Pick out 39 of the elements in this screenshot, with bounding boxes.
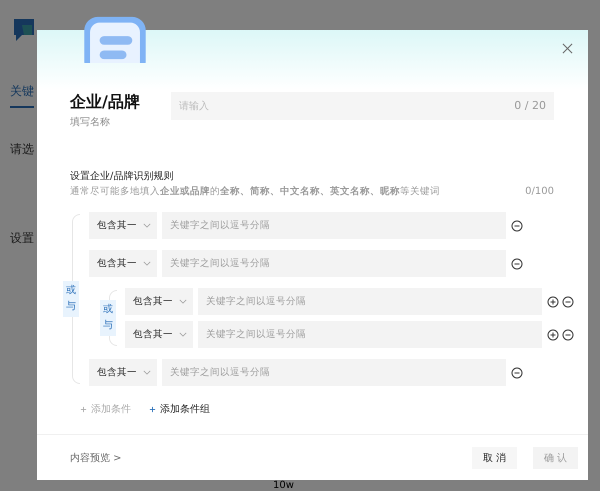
operator-select[interactable]: 包含其一	[125, 321, 193, 348]
remove-icon[interactable]	[562, 296, 574, 308]
chevron-icon	[179, 332, 187, 337]
operator-select[interactable]: 包含其一	[89, 250, 157, 277]
logic-toggle[interactable]: 或与	[63, 281, 79, 317]
operator-select[interactable]: 包含其一	[125, 288, 193, 315]
keyword-field[interactable]: 关键字之间以逗号分隔	[162, 212, 506, 239]
remove-icon[interactable]	[511, 220, 523, 232]
rules-hint: 通常尽可能多地填入企业或品牌的全称、简称、中文名称、英文名称、昵称等关键词	[70, 185, 440, 198]
cancel-button[interactable]: 取 消	[472, 446, 517, 468]
chevron-icon	[143, 370, 151, 375]
form-label: 请选	[10, 141, 34, 158]
rules-title: 设置企业/品牌识别规则	[70, 170, 174, 183]
operator-select[interactable]: 包含其一	[89, 359, 157, 386]
chevron-icon	[179, 299, 187, 304]
plus-icon	[80, 406, 87, 412]
keyword-field[interactable]: 关键字之间以逗号分隔	[162, 359, 506, 386]
plus-icon	[149, 406, 156, 412]
logo-icon	[12, 17, 36, 43]
remove-icon[interactable]	[562, 328, 574, 340]
keyword-field[interactable]: 关键字之间以逗号分隔	[198, 288, 542, 315]
section-subtitle: 填写名称	[70, 116, 111, 129]
chevron-icon	[143, 261, 151, 266]
preview-link[interactable]: 内容预览 >	[70, 450, 122, 464]
operator-select[interactable]: 包含其一	[89, 212, 157, 239]
keyword-field[interactable]: 关键字之间以逗号分隔	[162, 250, 506, 277]
remove-icon[interactable]	[511, 258, 523, 270]
keyword-field[interactable]: 关键字之间以逗号分隔	[198, 321, 542, 348]
keyword-counter: 0/100	[525, 186, 554, 197]
logic-toggle[interactable]: 或与	[100, 300, 116, 336]
form-label: 设置	[10, 230, 34, 247]
close-icon[interactable]	[562, 43, 573, 54]
add-icon[interactable]	[547, 296, 559, 308]
chevron-icon	[143, 223, 151, 228]
char-counter: 0 / 20	[514, 99, 546, 113]
add-link[interactable]: 添加条件组	[149, 402, 210, 416]
remove-icon[interactable]	[511, 366, 523, 378]
section-title: 企业/品牌	[70, 92, 141, 113]
add-icon[interactable]	[547, 328, 559, 340]
